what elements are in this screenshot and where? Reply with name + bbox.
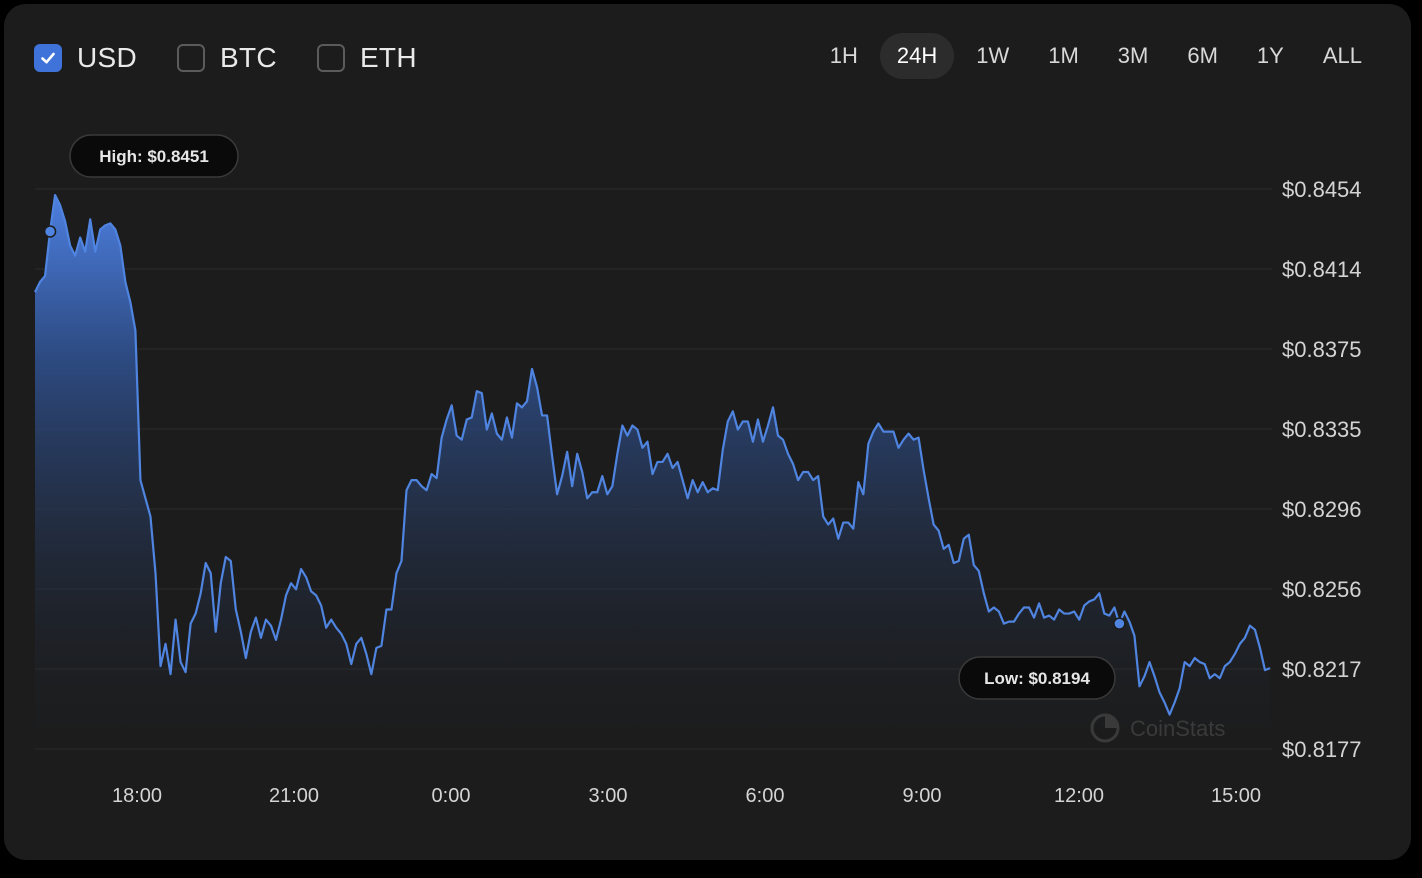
- high-point-marker: [43, 225, 57, 238]
- y-tick-label: $0.8256: [1282, 577, 1362, 602]
- y-tick-label: $0.8375: [1282, 337, 1362, 362]
- x-tick-label: 12:00: [1054, 785, 1104, 807]
- x-tick-label: 9:00: [903, 785, 942, 807]
- watermark-text: CoinStats: [1130, 716, 1225, 741]
- x-tick-label: 18:00: [112, 785, 162, 807]
- price-chart[interactable]: $0.8454 $0.8414 $0.8375 $0.8335 $0.8296 $0.82…: [4, 4, 1411, 860]
- high-label: High: $0.8451: [99, 147, 209, 166]
- price-chart-card: USD BTC ETH 1H 24H 1W 1M 3M 6M 1Y ALL $0…: [4, 4, 1411, 860]
- y-tick-label: $0.8217: [1282, 657, 1362, 682]
- x-tick-label: 6:00: [746, 785, 785, 807]
- y-axis-labels: $0.8454 $0.8414 $0.8375 $0.8335 $0.8296 $0.82…: [1282, 177, 1362, 762]
- y-tick-label: $0.8177: [1282, 737, 1362, 762]
- x-tick-label: 15:00: [1211, 785, 1261, 807]
- y-tick-label: $0.8335: [1282, 417, 1362, 442]
- high-tooltip: High: $0.8451: [69, 134, 239, 178]
- low-tooltip: Low: $0.8194: [958, 656, 1116, 700]
- x-tick-label: 3:00: [589, 785, 628, 807]
- y-tick-label: $0.8296: [1282, 497, 1362, 522]
- low-label: Low: $0.8194: [984, 669, 1090, 688]
- y-tick-label: $0.8414: [1282, 257, 1362, 282]
- x-tick-label: 21:00: [269, 785, 319, 807]
- x-tick-label: 0:00: [432, 785, 471, 807]
- y-tick-label: $0.8454: [1282, 177, 1362, 202]
- x-axis-labels: 18:00 21:00 0:00 3:00 6:00 9:00 12:00 15:00: [112, 785, 1261, 807]
- low-point-marker: [1113, 617, 1126, 630]
